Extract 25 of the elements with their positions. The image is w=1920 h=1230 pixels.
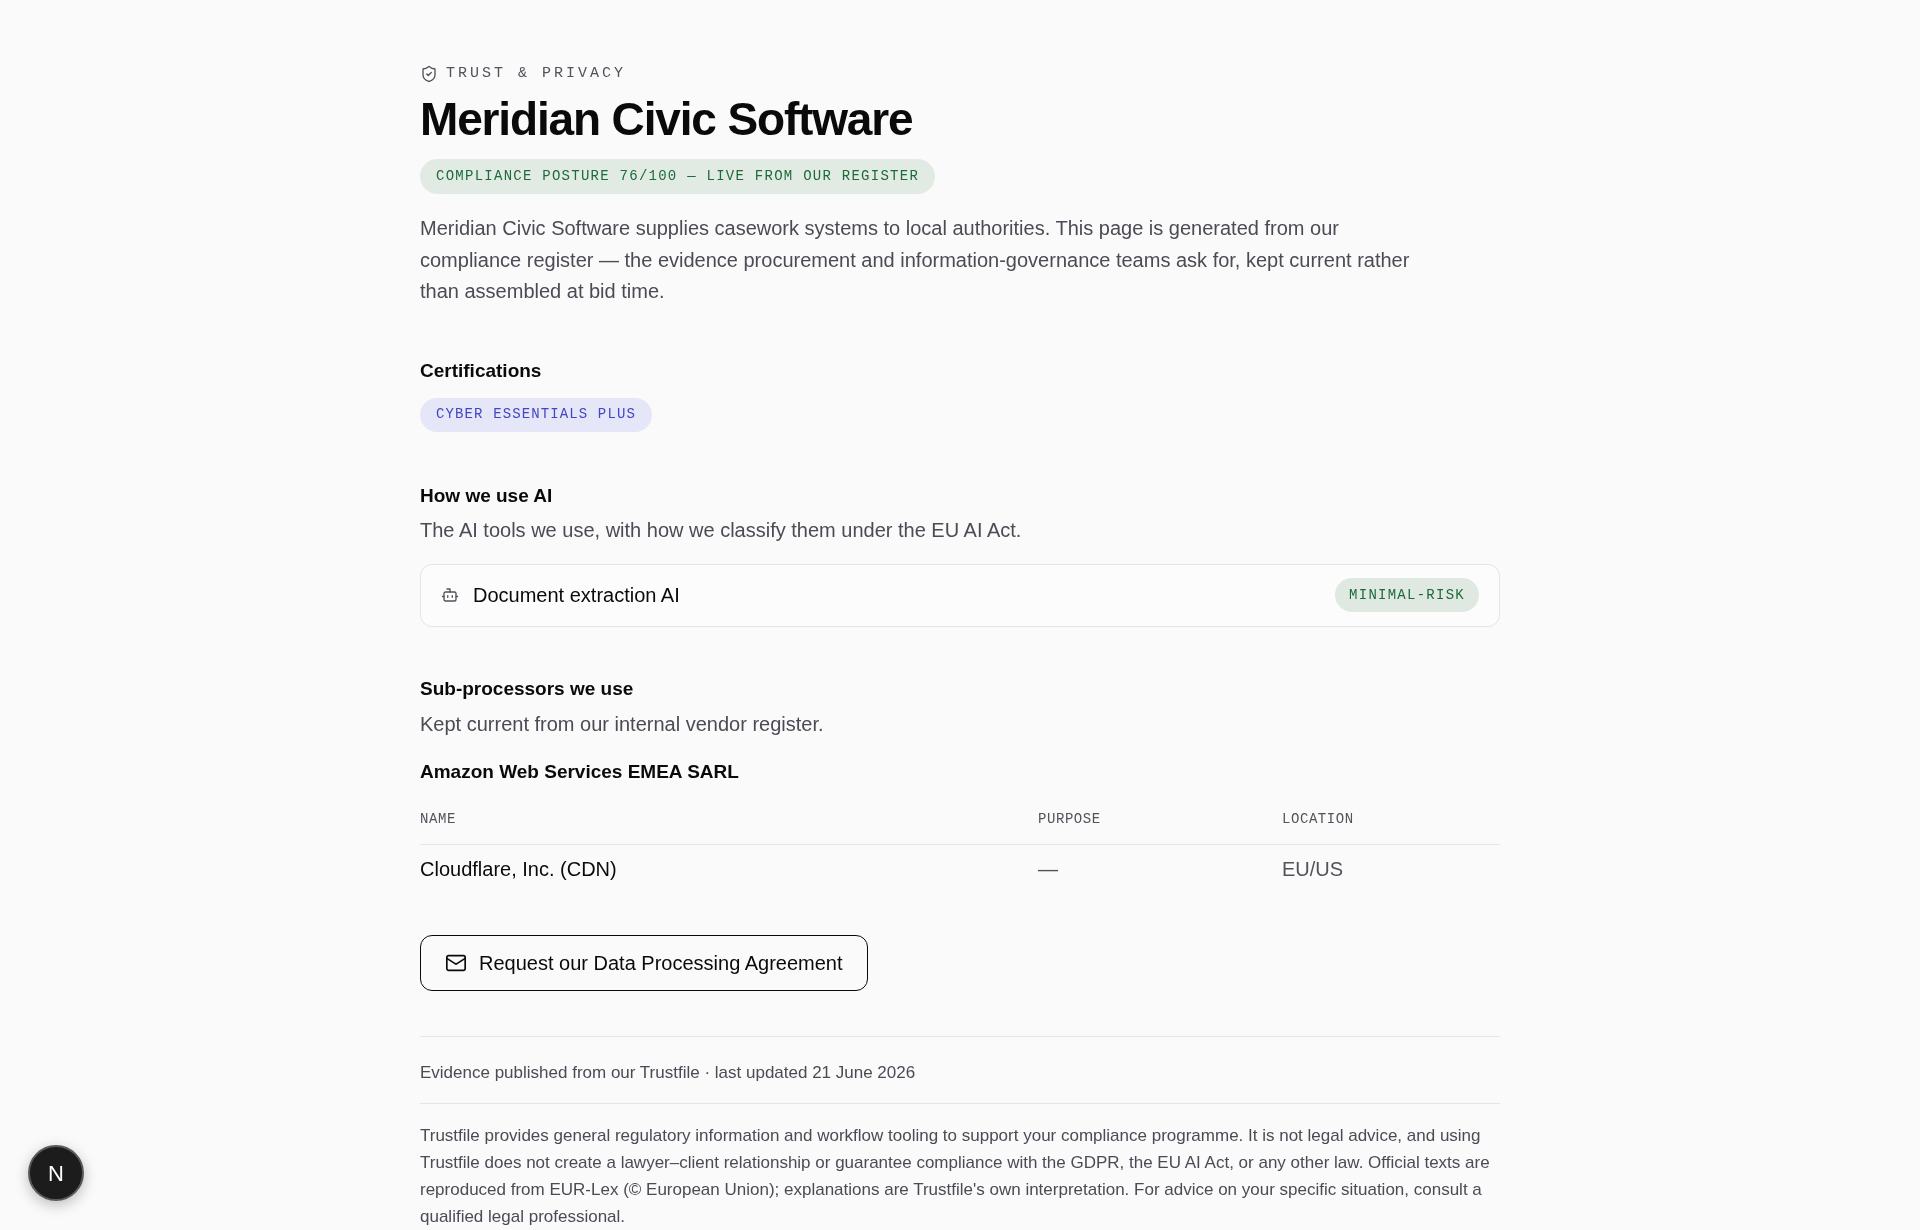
eyebrow-label: TRUST & PRIVACY	[446, 64, 627, 84]
request-dpa-button[interactable]: Request our Data Processing Agreement	[420, 934, 868, 991]
ai-tool-name: Document extraction AI	[473, 583, 680, 608]
risk-badge: MINIMAL-RISK	[1335, 578, 1479, 612]
robot-icon	[441, 586, 459, 604]
vendor-group-title: Amazon Web Services EMEA SARL	[420, 759, 739, 784]
dev-indicator-button[interactable]: N	[28, 1145, 84, 1201]
table-cell: —	[1038, 857, 1058, 880]
section-heading: How we use AI	[420, 483, 553, 508]
table-cell: EU/US	[1282, 857, 1344, 880]
compliance-posture-badge: COMPLIANCE POSTURE 76/100 — LIVE FROM OUR REGISTER	[420, 159, 936, 194]
shield-check-icon	[420, 65, 438, 83]
intro-paragraph: Meridian Civic Software supplies casework systems to local authorities. This page is generated from our compliance register — the evidence procurement and information-governance teams ask for, kept current rather than assembled at bid time.	[420, 216, 1411, 304]
section-heading: Sub-processors we use	[420, 676, 634, 701]
column-header: PURPOSE	[1038, 810, 1101, 827]
section-description: The AI tools we use, with how we classify them under the EU AI Act.	[420, 517, 1022, 543]
evidence-note: Evidence published from our Trustfile · last updated 21 June 2026	[420, 1061, 917, 1084]
column-header: NAME	[420, 810, 456, 827]
section-heading: Certifications	[420, 358, 542, 383]
table-cell: Cloudflare, Inc. (CDN)	[420, 857, 617, 880]
legal-disclaimer: Trustfile provides general regulatory information and workflow tooling to support your compliance programme. It is not legal advice, and using Trustfile does not create a lawyer–client relationship or guarantee compliance with the GDPR, the EU AI Act, or any other law. Official texts are reproduced from EUR-Lex (© European Union); explanations are Trustfile's own interpretation. For advice on your specific situation, consult a qualified legal professional.	[420, 1124, 1491, 1228]
section-description: Kept current from our internal vendor register.	[420, 711, 824, 737]
certification-badge: CYBER ESSENTIALS PLUS	[420, 397, 652, 432]
page-title: Meridian Civic Software	[420, 92, 913, 147]
column-header: LOCATION	[1282, 810, 1354, 827]
